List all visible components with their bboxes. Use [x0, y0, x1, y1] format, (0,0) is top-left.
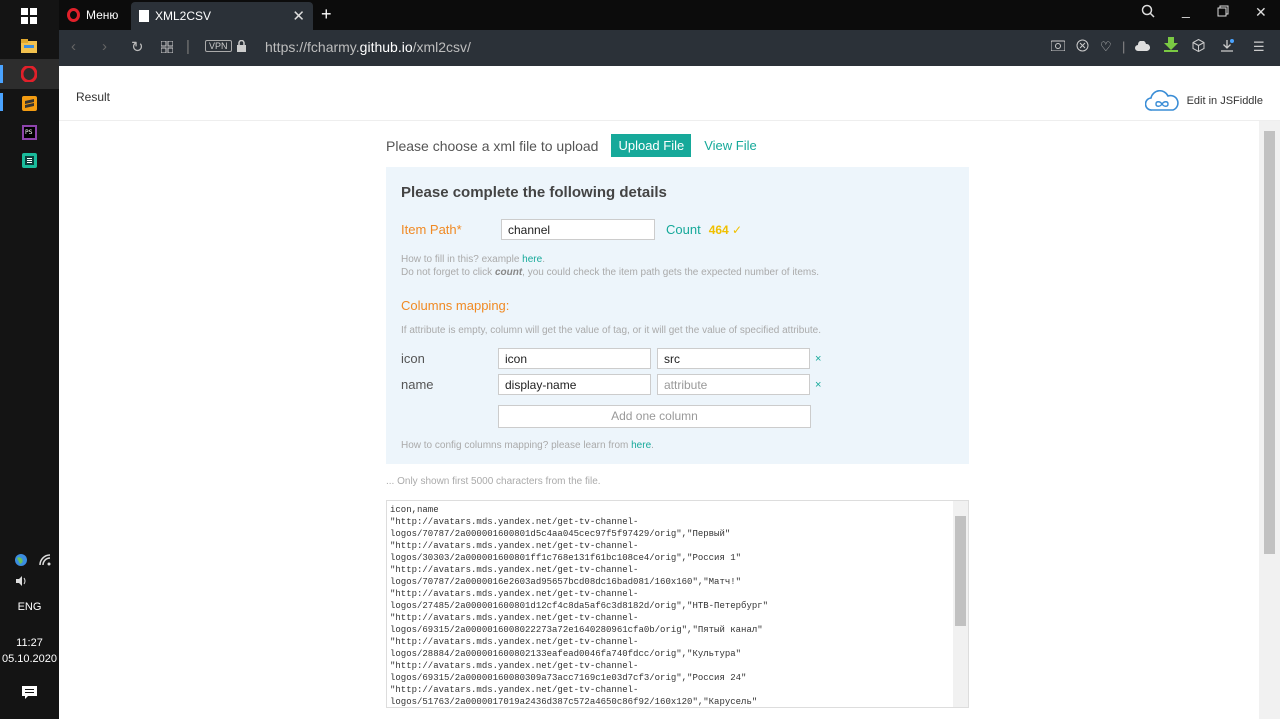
opera-taskbar-icon[interactable]: [19, 64, 39, 84]
view-file-link[interactable]: View File: [704, 138, 757, 153]
phpstorm-icon[interactable]: PS: [19, 122, 39, 142]
tab-close-icon[interactable]: ✕: [292, 7, 305, 25]
adblock-icon[interactable]: [1076, 39, 1089, 55]
truncation-note: ... Only shown first 5000 characters fro…: [386, 476, 601, 487]
mapping-attribute-input[interactable]: attribute: [657, 374, 810, 395]
item-path-row: Item Path* channel Count 464 ✓: [401, 219, 742, 240]
remove-column-icon[interactable]: ×: [815, 353, 821, 365]
url-domain: github.io: [359, 39, 413, 55]
details-panel: Please complete the following details It…: [386, 167, 969, 464]
url-path: /xml2csv/: [412, 39, 471, 55]
item-path-hint: How to fill in this? example here. Do no…: [401, 254, 819, 278]
search-icon[interactable]: [1141, 4, 1155, 21]
page-scrollbar[interactable]: [1259, 121, 1280, 719]
minimize-icon[interactable]: _: [1182, 2, 1190, 18]
language-indicator[interactable]: ENG: [0, 601, 59, 613]
notifications-icon[interactable]: [19, 683, 39, 703]
mapping-tag-input[interactable]: display-name: [498, 374, 651, 395]
tabs-grid-icon[interactable]: [160, 40, 174, 57]
lock-icon: [237, 40, 246, 52]
vpn-badge[interactable]: VPN: [205, 40, 232, 52]
opera-menu-button[interactable]: Меню: [67, 6, 118, 24]
edit-in-jsfiddle-label: Edit in JSFiddle: [1186, 95, 1263, 107]
url-prefix: https://fcharmy.: [265, 39, 360, 55]
item-path-input[interactable]: channel: [501, 219, 655, 240]
new-tab-icon[interactable]: +: [321, 4, 332, 25]
easy-setup-icon[interactable]: ☰: [1253, 39, 1265, 55]
page-scrollbar-thumb[interactable]: [1264, 131, 1275, 554]
svg-text:PS: PS: [25, 129, 33, 136]
mapping-tag-input[interactable]: icon: [498, 348, 651, 369]
config-mapping-hint: How to config columns mapping? please le…: [401, 440, 654, 451]
snapshot-icon[interactable]: [1050, 39, 1066, 54]
count-button[interactable]: Count: [666, 222, 701, 237]
windows-start-icon[interactable]: [19, 6, 39, 26]
columns-mapping-title: Columns mapping:: [401, 298, 510, 313]
add-column-button[interactable]: Add one column: [498, 405, 811, 428]
back-icon[interactable]: ‹: [71, 38, 76, 55]
restore-icon[interactable]: [1217, 4, 1229, 20]
learn-here-link[interactable]: here: [631, 440, 651, 451]
upload-file-button[interactable]: Upload File: [611, 134, 692, 157]
editor-icon[interactable]: [19, 150, 39, 170]
jsfiddle-cloud-icon: [1144, 90, 1179, 111]
upload-prompt: Please choose a xml file to upload: [386, 137, 599, 154]
clock-date[interactable]: 05.10.2020: [0, 653, 59, 665]
cloud-icon[interactable]: [1135, 39, 1151, 54]
cube-icon[interactable]: [1192, 38, 1205, 55]
tab-xml2csv[interactable]: XML2CSV ✕: [131, 2, 313, 30]
result-label: Result: [76, 90, 111, 104]
url-field[interactable]: https://fcharmy.github.io/xml2csv/: [265, 39, 471, 55]
csv-output-text: icon,name "http://avatars.mds.yandex.net…: [390, 505, 769, 707]
mapping-row: icon icon src ×: [401, 348, 821, 369]
mapping-row: name display-name attribute ×: [401, 374, 821, 395]
remove-column-icon[interactable]: ×: [815, 379, 821, 391]
clock-time[interactable]: 11:27: [0, 637, 59, 649]
edit-in-jsfiddle-link[interactable]: Edit in JSFiddle: [1144, 90, 1263, 112]
sublime-text-icon[interactable]: [19, 93, 39, 113]
taskbar-running-indicator: [0, 93, 3, 111]
mapping-column-name: name: [401, 377, 434, 392]
forward-icon[interactable]: ›: [102, 38, 107, 55]
reload-icon[interactable]: ↻: [131, 38, 144, 56]
example-here-link[interactable]: here: [522, 254, 542, 265]
item-path-label: Item Path*: [401, 222, 462, 237]
mapping-column-name: icon: [401, 351, 425, 366]
file-explorer-icon[interactable]: [19, 36, 39, 56]
taskbar-active-indicator: [0, 65, 3, 83]
mapping-attribute-input[interactable]: src: [657, 348, 810, 369]
count-value: 464 ✓: [708, 222, 743, 237]
windows-taskbar: PS ENG 11:27 05.10.2020: [0, 0, 59, 719]
details-heading: Please complete the following details: [401, 184, 667, 201]
columns-mapping-hint: If attribute is empty, column will get t…: [401, 325, 822, 336]
browser-tab-bar: Меню XML2CSV ✕ + _ ✕: [59, 0, 1280, 30]
download-extension-icon[interactable]: [1164, 37, 1178, 55]
result-frame: Please choose a xml file to upload Uploa…: [59, 121, 1259, 719]
upload-row: Please choose a xml file to upload Uploa…: [386, 134, 757, 157]
address-bar: ‹ › ↻ | VPN https://fcharmy.github.io/xm…: [59, 30, 1280, 66]
page-icon: [139, 10, 149, 22]
wifi-icon[interactable]: [35, 550, 55, 570]
tab-title: XML2CSV: [155, 9, 212, 23]
heart-icon[interactable]: ♡: [1100, 39, 1112, 55]
toolbar-divider: |: [1122, 39, 1126, 54]
opera-logo-icon: [67, 8, 80, 22]
jsfiddle-header: Result Edit in JSFiddle: [59, 66, 1280, 121]
address-divider: |: [186, 38, 190, 55]
opera-menu-label: Меню: [86, 8, 119, 22]
close-window-icon[interactable]: ✕: [1255, 4, 1267, 21]
csv-output-textarea[interactable]: icon,name "http://avatars.mds.yandex.net…: [386, 500, 969, 708]
globe-network-icon[interactable]: [11, 550, 31, 570]
volume-icon[interactable]: [11, 571, 31, 591]
downloads-icon[interactable]: [1220, 39, 1234, 56]
output-scrollbar[interactable]: [953, 501, 968, 707]
